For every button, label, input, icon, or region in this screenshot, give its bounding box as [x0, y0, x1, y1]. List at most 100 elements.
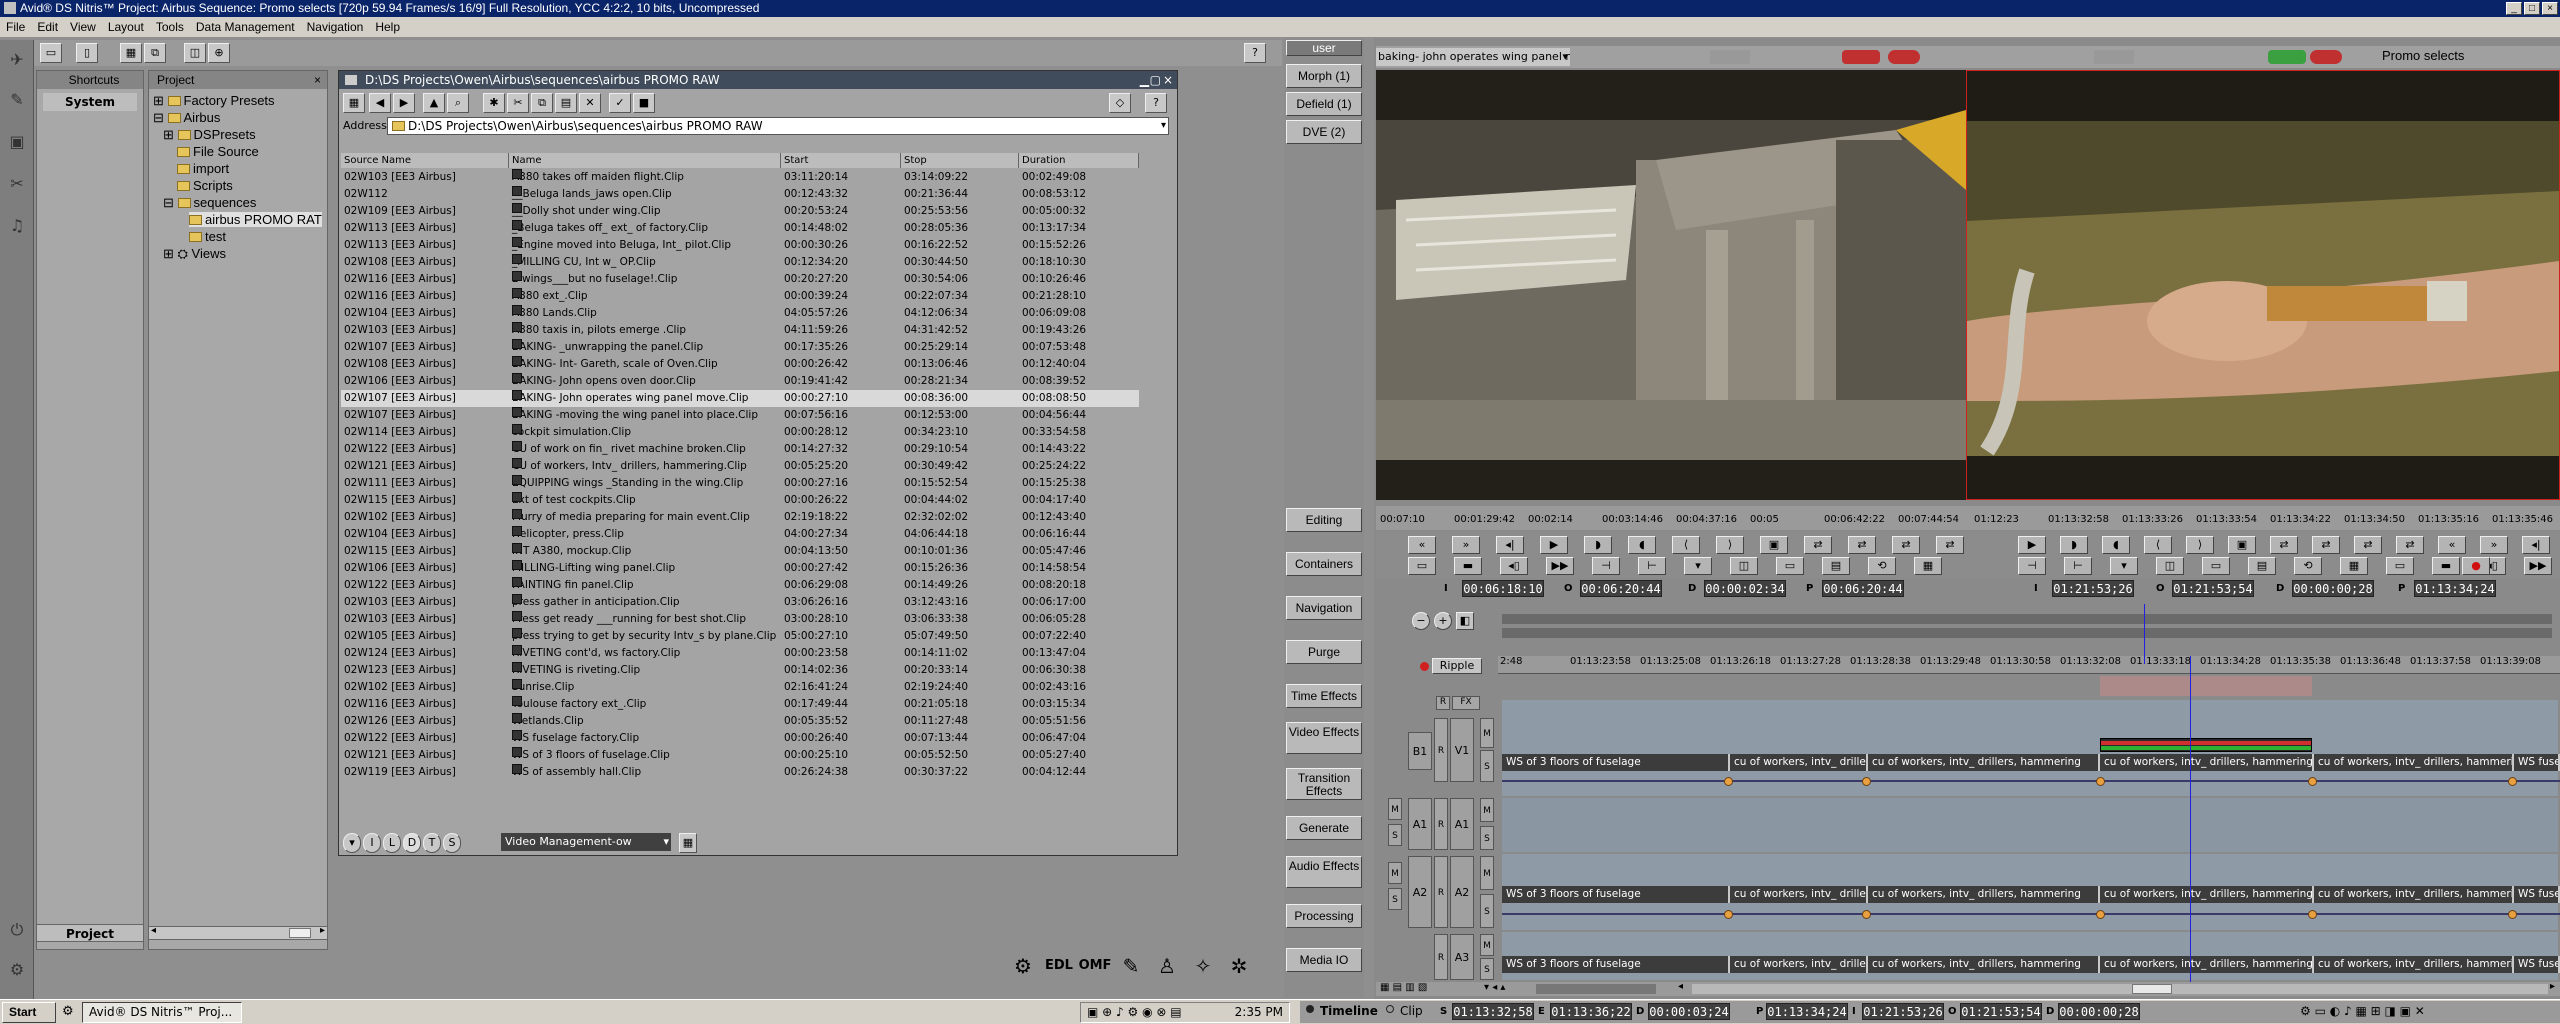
tree-item-import[interactable]: import — [177, 161, 229, 176]
processing-button[interactable]: Processing — [1286, 904, 1362, 928]
scroll-right-icon[interactable]: ▸ — [2550, 981, 2555, 992]
record-edit-button[interactable]: ▾ — [2110, 557, 2138, 575]
zoom-in-icon[interactable]: + — [1434, 612, 1452, 630]
source-viewer[interactable] — [1376, 70, 1966, 500]
keyframe-icon[interactable] — [2508, 777, 2517, 786]
record-transport-button[interactable]: ◂| — [2522, 536, 2550, 554]
scroll-thumb[interactable] — [289, 928, 311, 938]
track-label-a2-src[interactable]: A2 — [1408, 856, 1432, 928]
keyframe-icon[interactable] — [2096, 777, 2105, 786]
editing-button[interactable]: Editing — [1286, 508, 1362, 532]
effect-bar[interactable] — [2100, 738, 2312, 752]
record-button-icon[interactable]: ● — [2462, 557, 2490, 575]
edl-button[interactable]: EDL — [1042, 950, 1076, 982]
tools-icon[interactable]: ✧ — [1186, 950, 1220, 982]
project-bottom-tab[interactable]: Project — [36, 924, 144, 942]
figure-icon[interactable]: ♙ — [1150, 950, 1184, 982]
track-label-a3[interactable]: A3 — [1450, 934, 1474, 980]
record-transport-button[interactable]: « — [2438, 536, 2466, 554]
record-transport-button[interactable]: ◖ — [2102, 536, 2130, 554]
rec-dur-timecode[interactable]: 00:00:00;28 — [2292, 580, 2374, 597]
footer-tab-t[interactable]: T — [423, 833, 441, 853]
clip-row[interactable]: 02W105 [EE3 Airbus] press trying to get b… — [341, 628, 1139, 645]
audio-icon[interactable]: ♫ — [6, 216, 28, 238]
video-effects-button[interactable]: Video Effects — [1286, 722, 1362, 754]
record-edit-button[interactable]: ⊣ — [2018, 557, 2046, 575]
timeline-playhead[interactable] — [2190, 656, 2191, 982]
record-edit-button[interactable]: ⟲ — [2294, 557, 2322, 575]
tl-end-timecode[interactable]: 01:13:36;22 — [1550, 1003, 1632, 1020]
zoom-out-icon[interactable]: − — [1412, 612, 1430, 630]
source-transport-button[interactable]: ⇄ — [1892, 536, 1920, 554]
tree-item-factory-presets[interactable]: ⊞ Factory Presets — [153, 93, 275, 109]
tl-dur2-timecode[interactable]: 00:00:00;28 — [2058, 1003, 2140, 1020]
source-edit-button[interactable]: ▦ — [1914, 557, 1942, 575]
tl-track-scroll[interactable] — [1536, 984, 1656, 994]
dve-button[interactable]: DVE (2) — [1286, 120, 1362, 144]
footer-tab-i[interactable]: I — [363, 833, 381, 853]
start-button[interactable]: Start — [2, 1002, 56, 1023]
record-transport-button[interactable]: ◗ — [2060, 536, 2088, 554]
clip-row[interactable]: 02W109 [EE3 Airbus] __Dolly shot under wi… — [341, 203, 1139, 220]
tl-pos-timecode[interactable]: 01:13:34;24 — [1766, 1003, 1848, 1020]
src-in-timecode[interactable]: 00:06:18:10 — [1462, 580, 1544, 597]
a3-segment[interactable]: cu of workers, intv_ drillers, hammering — [2100, 956, 2314, 973]
cut-icon[interactable]: ✂ — [507, 93, 529, 113]
clip-row[interactable]: 02W113 [EE3 Airbus] _Engine moved into Be… — [341, 237, 1139, 254]
capture-icon[interactable]: ✈ — [6, 50, 28, 72]
back-icon[interactable]: ◀ — [369, 93, 391, 113]
timeline-overview-bar[interactable] — [1502, 614, 2552, 624]
task-avid[interactable]: Avid® DS Nitris™ Proj... — [82, 1002, 242, 1023]
clip-row[interactable]: 02W116 [EE3 Airbus] A380 ext_.Clip 00:00:3… — [341, 288, 1139, 305]
a3-segment[interactable]: cu of workers, intv_ drillers, hammering — [1868, 956, 2100, 973]
tree-item-airbus-promo[interactable]: airbus PROMO RAT — [189, 212, 322, 227]
audio-tools-icons[interactable]: ⚙ ▭ ◐ ♪ ▦ ⊞ ◨ ▣ ✕ — [2300, 1004, 2425, 1018]
bin-minimize-icon[interactable]: ▁ — [1140, 71, 1149, 89]
timeline-ruler[interactable]: 2:48 01:13:23:58 01:13:25:08 01:13:26:18 01:… — [1498, 656, 2560, 674]
clip-row[interactable]: 02W122 [EE3 Airbus] CU of work on fin_ ri… — [341, 441, 1139, 458]
a2-segment[interactable]: WS of 3 floors of fuselage — [1502, 886, 1730, 903]
a2-segment[interactable]: cu of workers, intv_ driller — [1730, 886, 1868, 903]
tree-item-sequences[interactable]: ⊟ sequences — [163, 195, 256, 211]
source-transport-button[interactable]: ⟩ — [1716, 536, 1744, 554]
a3-record-toggle[interactable]: R — [1434, 934, 1448, 980]
tl-tool-icon[interactable]: ▦ ▤ ▥ ▧ — [1380, 982, 1427, 993]
record-transport-button[interactable]: ⟩ — [2186, 536, 2214, 554]
time-effects-button[interactable]: Time Effects — [1286, 684, 1362, 708]
record-toggle-icon[interactable] — [1888, 50, 1920, 64]
project-tab[interactable]: Project × — [149, 71, 327, 89]
record-edit-button[interactable]: ▬ — [2432, 557, 2460, 575]
clip-row[interactable]: 02W119 [EE3 Airbus] WS of assembly hall.C… — [341, 764, 1139, 781]
clip-row[interactable]: 02W123 [EE3 Airbus] RIVETING is riveting.… — [341, 662, 1139, 679]
properties-icon[interactable]: ✱ — [483, 93, 505, 113]
keyframe-icon[interactable] — [1862, 910, 1871, 919]
clip-row[interactable]: 02W102 [EE3 Airbus] Sunrise.Clip 02:16:41:… — [341, 679, 1139, 696]
footer-tab-s[interactable]: S — [443, 833, 461, 853]
col-name[interactable]: Name — [509, 153, 781, 168]
rec-out-timecode[interactable]: 01:21:53;54 — [2172, 580, 2254, 597]
a1-solo-toggle[interactable]: S — [1480, 826, 1494, 850]
source-edit-button[interactable]: ▬ — [1454, 557, 1482, 575]
source-edit-button[interactable]: ⟲ — [1868, 557, 1896, 575]
keyframe-icon[interactable] — [1724, 777, 1733, 786]
reel-icon[interactable]: ⚙ — [1006, 950, 1040, 982]
a1-record-toggle[interactable]: R — [1434, 798, 1448, 850]
source-transport-button[interactable]: ◗ — [1584, 536, 1612, 554]
clip-row[interactable]: 02W107 [EE3 Airbus] BAKING- John operates… — [341, 390, 1139, 407]
track-label-a2[interactable]: A2 — [1450, 856, 1474, 928]
clip-row[interactable]: 02W107 [EE3 Airbus] BAKING- _unwrapping t… — [341, 339, 1139, 356]
check-icon[interactable]: ✓ — [609, 93, 631, 113]
tree-item-scripts[interactable]: Scripts — [177, 178, 233, 193]
green-channel-icon[interactable] — [2268, 50, 2306, 64]
clip-row[interactable]: 02W116 [EE3 Airbus] Toulouse factory ext_… — [341, 696, 1139, 713]
track-label-v1[interactable]: V1 — [1450, 718, 1474, 782]
quicklaunch-icon[interactable]: ⚙ — [62, 1004, 74, 1019]
tl-horizontal-scroll[interactable] — [1692, 984, 2548, 994]
source-edit-button[interactable]: ◂▯ — [1500, 557, 1528, 575]
source-transport-button[interactable]: « — [1408, 536, 1436, 554]
ripple-button[interactable]: Ripple — [1432, 658, 1482, 674]
navigation-button[interactable]: Navigation — [1286, 596, 1362, 620]
clip-row[interactable]: 02W121 [EE3 Airbus] WS of 3 floors of fus… — [341, 747, 1139, 764]
power-icon[interactable]: ⏻ — [6, 920, 28, 942]
col-stop[interactable]: Stop — [901, 153, 1019, 168]
